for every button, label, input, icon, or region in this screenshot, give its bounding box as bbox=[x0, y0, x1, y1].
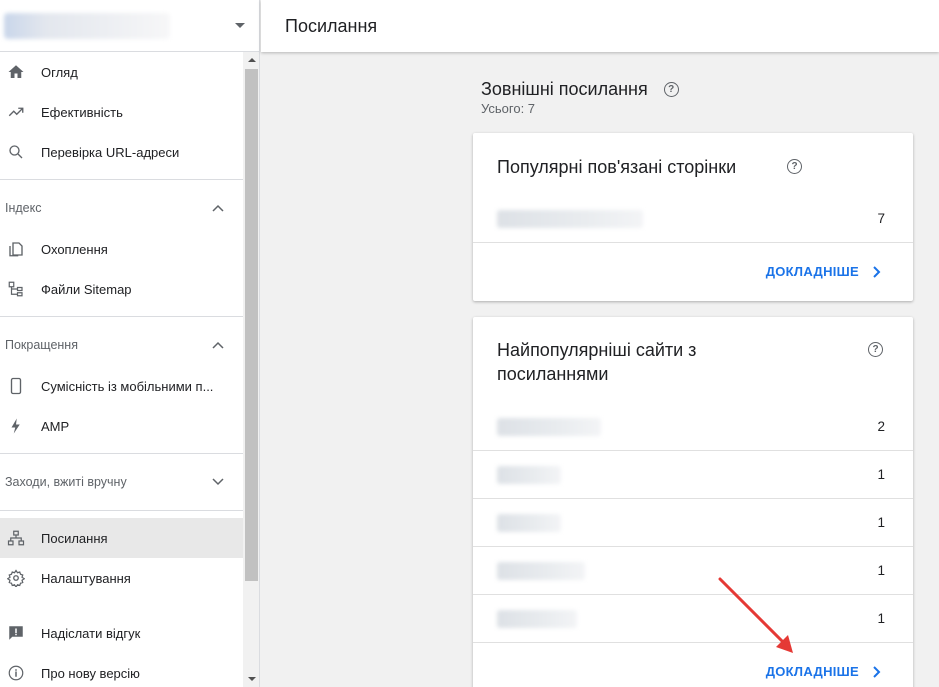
sidebar-item-settings[interactable]: Налаштування bbox=[0, 558, 243, 598]
search-icon bbox=[6, 142, 26, 162]
top-bar: Посилання bbox=[261, 0, 939, 52]
section-manual-actions[interactable]: Заходи, вжиті вручну bbox=[0, 461, 243, 503]
top-linking-sites-card: Найпопулярніші сайти з посиланнями ? 2 1… bbox=[473, 317, 913, 687]
sidebar-item-label: Охоплення bbox=[41, 241, 108, 257]
redacted-site bbox=[497, 465, 561, 484]
row-value: 1 bbox=[877, 515, 885, 530]
divider bbox=[0, 453, 243, 454]
row-value: 2 bbox=[877, 419, 885, 434]
chevron-right-icon bbox=[873, 665, 883, 679]
feedback-icon bbox=[6, 623, 26, 643]
row-value: 7 bbox=[877, 211, 885, 226]
sidebar-item-label: Посилання bbox=[41, 530, 108, 546]
redacted-page-url bbox=[497, 209, 643, 228]
sidebar-item-label: Ефективність bbox=[41, 104, 123, 120]
sidebar-item-about-new-version[interactable]: Про нову версію bbox=[0, 653, 243, 687]
scroll-down-arrow-icon[interactable] bbox=[243, 671, 259, 687]
home-icon bbox=[6, 62, 26, 82]
sidebar-scrollbar[interactable] bbox=[243, 52, 259, 687]
sidebar-item-links[interactable]: Посилання bbox=[0, 518, 243, 558]
section-enhancements[interactable]: Покращення bbox=[0, 324, 243, 366]
row-value: 1 bbox=[877, 563, 885, 578]
redacted-site bbox=[497, 561, 585, 580]
row-value: 1 bbox=[877, 467, 885, 482]
info-icon bbox=[6, 663, 26, 683]
section-title: Зовнішні посилання bbox=[481, 79, 648, 99]
redacted-site bbox=[497, 609, 577, 628]
sitemap-icon bbox=[6, 279, 26, 299]
divider bbox=[0, 510, 243, 511]
sidebar-item-label: Налаштування bbox=[41, 570, 131, 586]
help-icon[interactable]: ? bbox=[663, 82, 679, 97]
sidebar: Огляд Ефективність Перевірка URL-адреси … bbox=[0, 0, 260, 687]
table-row[interactable]: 1 bbox=[473, 595, 913, 643]
card-title-line2: посиланнями bbox=[497, 364, 609, 384]
links-icon bbox=[6, 528, 26, 548]
table-row[interactable]: 1 bbox=[473, 499, 913, 547]
row-value: 1 bbox=[877, 611, 885, 626]
sidebar-item-coverage[interactable]: Охоплення bbox=[0, 229, 243, 269]
top-linked-pages-card: Популярні пов'язані сторінки ? 7 ДОКЛАДН… bbox=[473, 133, 913, 301]
chevron-up-icon bbox=[211, 338, 225, 352]
sidebar-item-send-feedback[interactable]: Надіслати відгук bbox=[0, 613, 243, 653]
chevron-right-icon bbox=[873, 265, 883, 279]
page-title: Посилання bbox=[285, 15, 378, 36]
redacted-site bbox=[497, 417, 601, 436]
sidebar-item-label: Сумісність із мобільними п... bbox=[41, 378, 214, 394]
sidebar-item-label: Перевірка URL-адреси bbox=[41, 144, 180, 160]
mobile-icon bbox=[6, 376, 26, 396]
section-header: Зовнішні посилання ? bbox=[481, 79, 679, 100]
scroll-up-arrow-icon[interactable] bbox=[243, 52, 259, 68]
section-label: Індекс bbox=[5, 201, 42, 215]
sidebar-item-performance[interactable]: Ефективність bbox=[0, 92, 243, 132]
more-details-link[interactable]: ДОКЛАДНІШЕ bbox=[766, 664, 883, 679]
coverage-icon bbox=[6, 239, 26, 259]
total-count: Усього: 7 bbox=[481, 101, 536, 116]
sidebar-item-label: Файли Sitemap bbox=[41, 281, 132, 297]
section-label: Покращення bbox=[5, 338, 78, 352]
chevron-down-icon bbox=[211, 475, 225, 489]
property-name-redacted bbox=[4, 12, 170, 39]
sidebar-item-label: AMP bbox=[41, 418, 70, 434]
dropdown-caret-icon bbox=[235, 23, 245, 28]
more-label: ДОКЛАДНІШЕ bbox=[765, 264, 859, 279]
sidebar-item-amp[interactable]: AMP bbox=[0, 406, 243, 446]
sidebar-item-label: Надіслати відгук bbox=[41, 625, 141, 641]
divider bbox=[0, 316, 243, 317]
table-row[interactable]: 1 bbox=[473, 451, 913, 499]
table-row[interactable]: 2 bbox=[473, 403, 913, 451]
sidebar-item-url-inspection[interactable]: Перевірка URL-адреси bbox=[0, 132, 243, 172]
help-icon[interactable]: ? bbox=[787, 159, 802, 174]
settings-icon bbox=[6, 568, 26, 588]
more-label: ДОКЛАДНІШЕ bbox=[765, 664, 859, 679]
sidebar-item-label: Огляд bbox=[41, 64, 78, 80]
table-row[interactable]: 1 bbox=[473, 547, 913, 595]
sidebar-item-sitemaps[interactable]: Файли Sitemap bbox=[0, 269, 243, 309]
section-index[interactable]: Індекс bbox=[0, 187, 243, 229]
annotation-arrow-icon bbox=[718, 577, 793, 653]
redacted-site bbox=[497, 513, 561, 532]
table-row[interactable]: 7 bbox=[473, 195, 913, 243]
sidebar-item-mobile-usability[interactable]: Сумісність із мобільними п... bbox=[0, 366, 243, 406]
more-details-link[interactable]: ДОКЛАДНІШЕ bbox=[766, 264, 883, 279]
property-selector[interactable] bbox=[0, 0, 259, 52]
sidebar-nav: Огляд Ефективність Перевірка URL-адреси … bbox=[0, 52, 243, 687]
trending-up-icon bbox=[6, 102, 26, 122]
card-title-line1: Найпопулярніші сайти з bbox=[497, 340, 697, 360]
sidebar-item-label: Про нову версію bbox=[41, 665, 140, 681]
amp-bolt-icon bbox=[6, 416, 26, 436]
card-title: Популярні пов'язані сторінки bbox=[497, 157, 737, 177]
scroll-thumb[interactable] bbox=[245, 69, 258, 581]
help-icon[interactable]: ? bbox=[868, 342, 883, 357]
divider bbox=[0, 179, 243, 180]
chevron-up-icon bbox=[211, 201, 225, 215]
sidebar-item-overview[interactable]: Огляд bbox=[0, 52, 243, 92]
section-label: Заходи, вжиті вручну bbox=[5, 475, 127, 489]
